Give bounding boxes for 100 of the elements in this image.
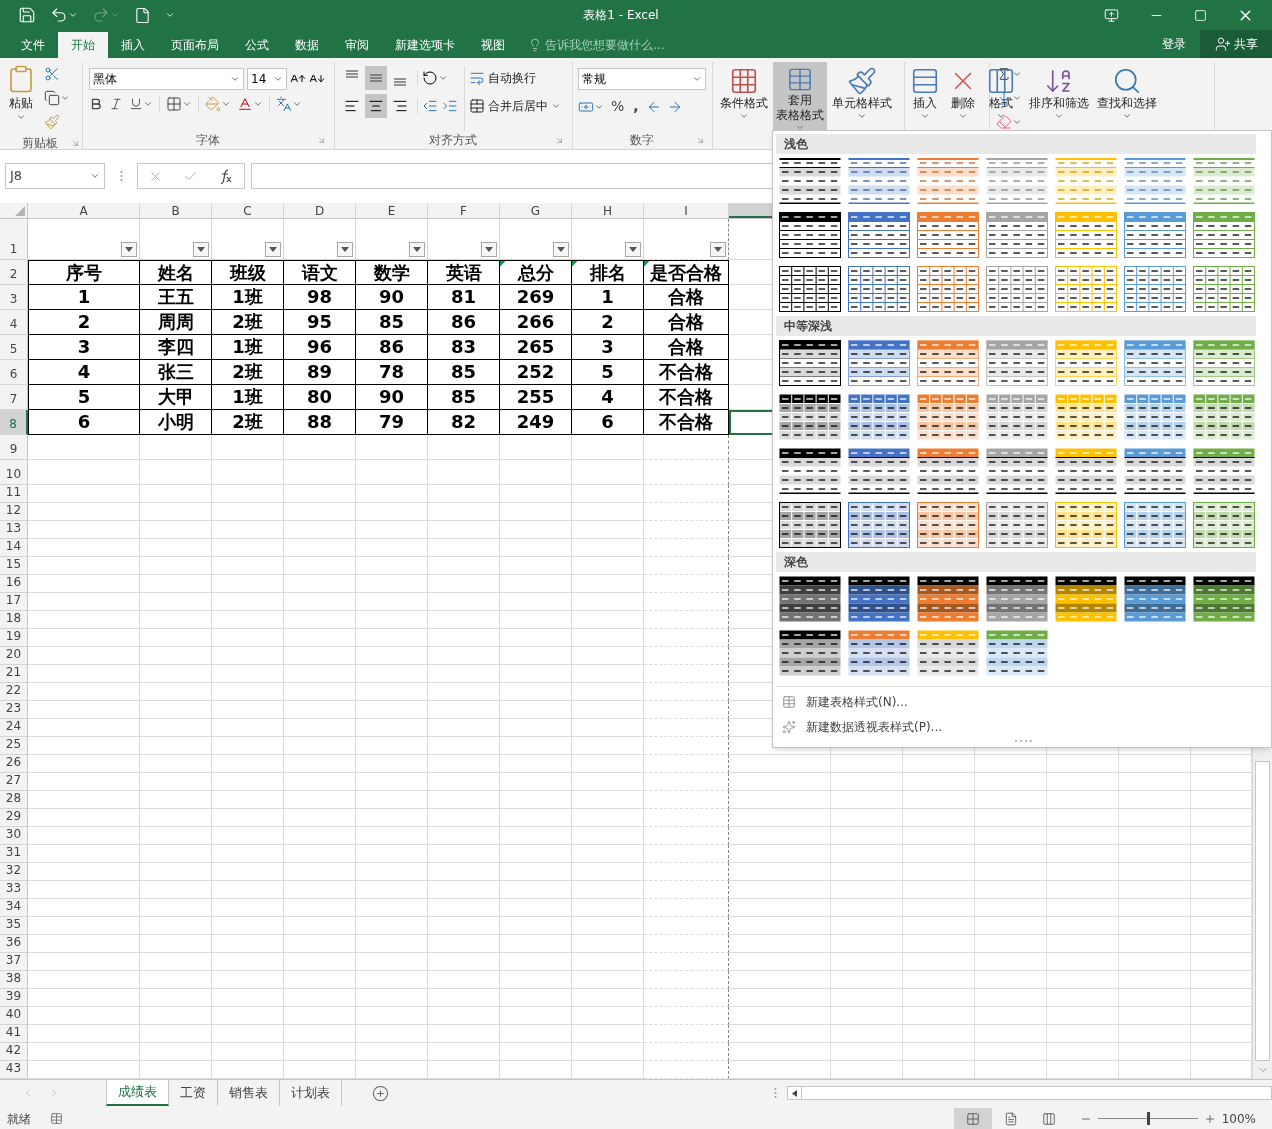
table-style-option[interactable] xyxy=(986,630,1048,676)
table-cell[interactable]: 小明 xyxy=(140,410,212,435)
borders-icon[interactable] xyxy=(166,96,182,112)
table-cell[interactable]: 不合格 xyxy=(644,360,729,385)
table-cell[interactable]: 李四 xyxy=(140,335,212,360)
row-number[interactable]: 24 xyxy=(0,719,28,737)
eraser-icon[interactable] xyxy=(996,114,1012,130)
drag-handle-icon[interactable] xyxy=(774,1087,777,1099)
table-cell[interactable]: 不合格 xyxy=(644,410,729,435)
row-number[interactable]: 18 xyxy=(0,611,28,629)
column-header[interactable]: H xyxy=(572,203,644,218)
table-cell[interactable]: 88 xyxy=(284,410,356,435)
table-cell[interactable]: 3 xyxy=(28,335,140,360)
table-style-option[interactable] xyxy=(917,212,979,258)
row-number[interactable]: 34 xyxy=(0,899,28,917)
table-cell[interactable]: 张三 xyxy=(140,360,212,385)
table-style-option[interactable] xyxy=(986,266,1048,312)
row-number[interactable]: 14 xyxy=(0,539,28,557)
row-number[interactable]: 41 xyxy=(0,1025,28,1043)
table-cell[interactable]: 2班 xyxy=(212,410,284,435)
macro-record-icon[interactable] xyxy=(50,1112,63,1125)
orientation-icon[interactable] xyxy=(422,70,438,86)
ribbon-button[interactable]: 查找和选择 xyxy=(1094,62,1160,132)
table-cell[interactable]: 1班 xyxy=(212,335,284,360)
row-number[interactable]: 25 xyxy=(0,737,28,755)
row-number[interactable]: 26 xyxy=(0,755,28,773)
table-style-option[interactable] xyxy=(1124,340,1186,386)
row-number[interactable]: 31 xyxy=(0,845,28,863)
table-cell[interactable]: 90 xyxy=(356,285,428,310)
ribbon-button[interactable]: 格式 xyxy=(983,62,1019,132)
resize-grip-icon[interactable] xyxy=(1014,739,1033,743)
table-style-option[interactable] xyxy=(848,340,910,386)
percent-button[interactable]: % xyxy=(609,96,627,117)
table-header-cell[interactable]: 排名 xyxy=(572,260,644,285)
table-cell[interactable]: 86 xyxy=(356,335,428,360)
sign-in-link[interactable]: 登录 xyxy=(1148,30,1200,58)
table-cell[interactable]: 1 xyxy=(572,285,644,310)
row-number[interactable]: 7 xyxy=(0,385,28,410)
table-cell[interactable]: 2 xyxy=(28,310,140,335)
maximize-icon[interactable] xyxy=(1194,8,1207,22)
ribbon-tab[interactable]: 新建选项卡 xyxy=(382,32,468,58)
row-number[interactable]: 36 xyxy=(0,935,28,953)
table-cell[interactable]: 2班 xyxy=(212,310,284,335)
table-style-option[interactable] xyxy=(848,266,910,312)
table-style-option[interactable] xyxy=(848,630,910,676)
table-style-option[interactable] xyxy=(779,576,841,622)
ribbon-button[interactable]: 单元格样式 xyxy=(829,62,895,132)
font-color-icon[interactable] xyxy=(237,96,253,112)
filter-dropdown-button[interactable] xyxy=(265,242,281,257)
dialog-launcher-icon[interactable] xyxy=(696,135,705,145)
table-style-option[interactable] xyxy=(1193,576,1255,622)
font-size-field[interactable]: 14 xyxy=(247,68,287,90)
table-style-option[interactable] xyxy=(1055,448,1117,494)
row-number[interactable]: 16 xyxy=(0,575,28,593)
table-cell[interactable]: 3 xyxy=(572,335,644,360)
row-number[interactable]: 3 xyxy=(0,285,28,310)
table-style-option[interactable] xyxy=(1124,576,1186,622)
table-style-option[interactable] xyxy=(779,394,841,440)
horizontal-scrollbar[interactable] xyxy=(787,1086,1272,1100)
sheet-tab[interactable]: 工资 xyxy=(169,1080,218,1106)
table-style-option[interactable] xyxy=(1193,266,1255,312)
dialog-launcher-icon[interactable] xyxy=(317,135,326,145)
row-number[interactable]: 11 xyxy=(0,485,28,503)
row-number[interactable]: 32 xyxy=(0,863,28,881)
table-style-option[interactable] xyxy=(986,212,1048,258)
table-style-option[interactable] xyxy=(848,576,910,622)
number-format-field[interactable]: 常规 xyxy=(578,68,706,90)
table-style-option[interactable] xyxy=(1193,502,1255,548)
sheet-tab[interactable]: 成绩表 xyxy=(106,1080,169,1106)
table-style-option[interactable] xyxy=(848,394,910,440)
table-style-option[interactable] xyxy=(917,448,979,494)
table-cell[interactable]: 86 xyxy=(428,310,500,335)
paintbrush-icon[interactable] xyxy=(44,114,60,130)
row-number[interactable]: 42 xyxy=(0,1043,28,1061)
table-cell[interactable]: 82 xyxy=(428,410,500,435)
table-cell[interactable]: 不合格 xyxy=(644,385,729,410)
name-box[interactable]: J8 xyxy=(5,163,105,189)
dialog-launcher-icon[interactable] xyxy=(555,135,564,145)
table-cell[interactable]: 2班 xyxy=(212,360,284,385)
table-cell[interactable]: 合格 xyxy=(644,310,729,335)
filter-dropdown-button[interactable] xyxy=(481,242,497,257)
column-header[interactable]: A xyxy=(28,203,140,218)
row-number[interactable]: 4 xyxy=(0,310,28,335)
table-cell[interactable]: 4 xyxy=(28,360,140,385)
ribbon-tab[interactable]: 数据 xyxy=(282,32,332,58)
paste-button[interactable]: 粘贴 xyxy=(6,62,36,134)
table-cell[interactable]: 252 xyxy=(500,360,572,385)
table-style-option[interactable] xyxy=(1124,266,1186,312)
row-number[interactable]: 29 xyxy=(0,809,28,827)
table-cell[interactable]: 周周 xyxy=(140,310,212,335)
zoom-in-icon[interactable] xyxy=(1204,1112,1216,1125)
zoom-slider-thumb[interactable] xyxy=(1147,1112,1150,1125)
row-number[interactable]: 28 xyxy=(0,791,28,809)
table-style-option[interactable] xyxy=(917,340,979,386)
row-number[interactable]: 8 xyxy=(0,410,28,435)
menu-item[interactable]: 新建表格样式(N)... xyxy=(776,689,1271,714)
undo-icon[interactable] xyxy=(50,6,68,24)
row-number[interactable]: 20 xyxy=(0,647,28,665)
table-style-option[interactable] xyxy=(986,448,1048,494)
column-header[interactable]: D xyxy=(284,203,356,218)
